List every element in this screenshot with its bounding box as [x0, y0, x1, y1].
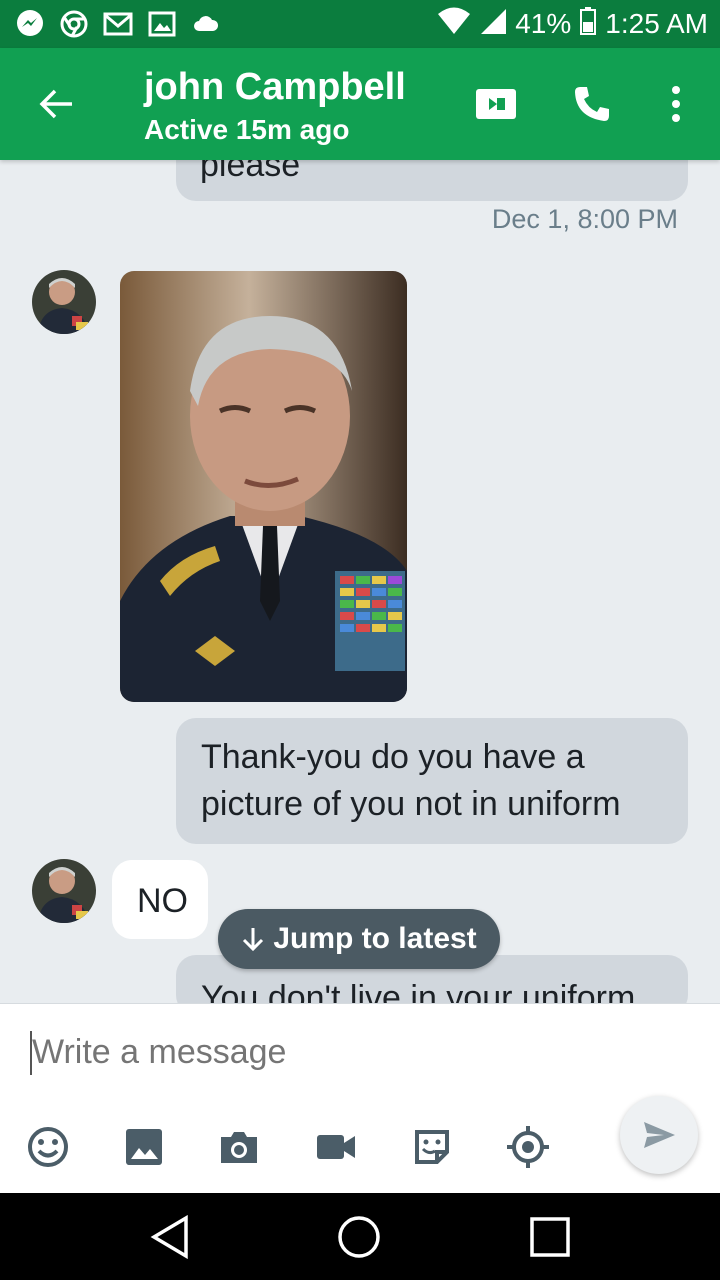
circle-home-icon — [338, 1216, 380, 1258]
triangle-back-icon — [150, 1215, 188, 1259]
back-button[interactable] — [28, 78, 84, 130]
more-options-button[interactable] — [658, 78, 694, 130]
sticker-icon — [415, 1130, 449, 1164]
emoji-button[interactable] — [25, 1124, 71, 1170]
gmail-notification-icon — [102, 8, 134, 40]
video-button[interactable] — [313, 1124, 359, 1170]
phone-icon — [575, 87, 609, 121]
jump-to-latest-button[interactable]: Jump to latest — [218, 909, 500, 969]
send-icon — [644, 1122, 675, 1148]
photo-attachment[interactable] — [120, 271, 407, 702]
voice-call-button[interactable] — [568, 78, 616, 130]
clock: 1:25 AM — [605, 8, 708, 39]
location-button[interactable] — [505, 1124, 551, 1170]
camera-button[interactable] — [216, 1124, 262, 1170]
video-icon — [317, 1135, 355, 1159]
sticker-button[interactable] — [409, 1124, 455, 1170]
message-input[interactable] — [32, 1026, 592, 1078]
image-icon — [126, 1129, 162, 1165]
message-timestamp: Dec 1, 8:00 PM — [491, 204, 678, 234]
avatar[interactable] — [32, 859, 96, 923]
location-target-icon — [507, 1126, 549, 1168]
message-text: NO — [137, 882, 188, 920]
cloud-notification-icon — [190, 8, 222, 40]
camera-icon — [221, 1132, 257, 1163]
messenger-notification-icon — [14, 8, 46, 40]
send-button[interactable] — [620, 1096, 698, 1174]
message-composer — [0, 1003, 720, 1193]
incoming-message[interactable]: NO — [112, 860, 208, 939]
status-bar: 41% 1:25 AM — [0, 0, 720, 48]
nav-home-button[interactable] — [335, 1213, 383, 1261]
system-nav-bar — [0, 1193, 720, 1280]
video-call-button[interactable] — [474, 78, 518, 130]
avatar[interactable] — [32, 270, 96, 334]
cell-signal-icon — [479, 7, 507, 42]
back-arrow-icon — [39, 89, 72, 119]
square-recents-icon — [530, 1217, 570, 1257]
wifi-icon — [437, 7, 471, 42]
chrome-notification-icon — [58, 8, 90, 40]
arrow-down-icon — [243, 928, 264, 952]
battery-icon — [579, 6, 597, 43]
gallery-notification-icon — [146, 8, 178, 40]
app-bar: john Campbell Active 15m ago — [0, 48, 720, 160]
active-status: Active 15m ago — [144, 114, 350, 145]
outgoing-message[interactable]: Thank-you do you have a picture of you n… — [176, 718, 688, 844]
jump-label: Jump to latest — [273, 922, 477, 955]
nav-recents-button[interactable] — [526, 1213, 574, 1261]
contact-name[interactable]: john Campbell — [144, 66, 406, 109]
more-vert-icon — [672, 86, 680, 122]
video-camera-icon — [476, 89, 516, 119]
battery-percent: 41% — [515, 8, 572, 39]
gallery-button[interactable] — [121, 1124, 167, 1170]
message-text: Thank-you do you have a picture of you n… — [201, 738, 621, 823]
nav-back-button[interactable] — [146, 1213, 194, 1261]
emoji-icon — [28, 1127, 68, 1167]
